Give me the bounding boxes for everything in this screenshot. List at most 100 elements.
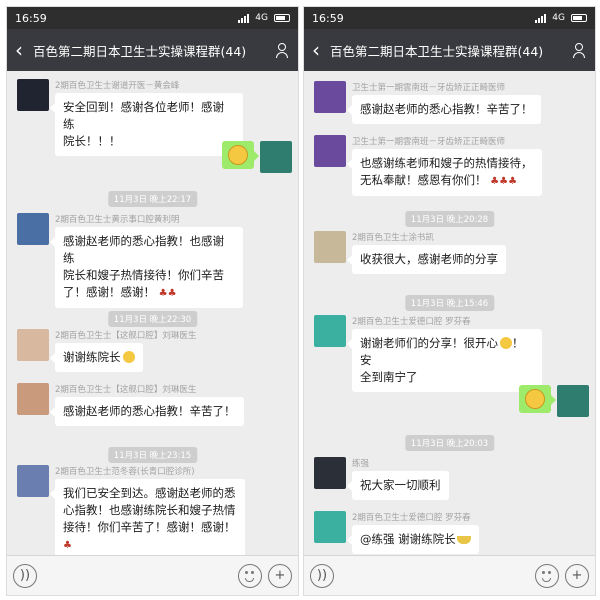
message-bubble[interactable]: 安全回到！感谢各位老师！感谢练 院长！！！ [50, 93, 243, 156]
smile-emoji-icon [500, 337, 512, 349]
battery-icon [274, 14, 290, 22]
plus-icon[interactable]: + [268, 563, 292, 588]
system-icons: 4G [535, 13, 587, 23]
self-avatar[interactable] [557, 385, 589, 417]
message-text: 感谢赵老师的悉心指教！也感谢练 [63, 234, 224, 265]
group-info-icon[interactable] [571, 42, 587, 58]
plus-icon[interactable]: + [565, 563, 589, 588]
sender-name: 练强 [352, 459, 370, 469]
timestamp: 11月3日 晚上20:28 [404, 211, 495, 227]
sender-name: 2期百色卫生士涂书凯 [352, 233, 434, 243]
message-text: 祝大家一切顺利 [360, 478, 441, 492]
sender-name: 2期百色卫生士谢道开医－黄会峰 [55, 81, 180, 91]
message-text: @练强 谢谢练院长 [360, 532, 456, 546]
message-text: 感谢赵老师的悉心指教！辛苦了！ [63, 404, 236, 418]
message-text: 接待！你们辛苦了！感谢！感谢！♣ [63, 520, 236, 551]
sender-name: 2期百色卫生士爱德口腔 罗芬春 [352, 317, 471, 327]
title-bar: ‹ 百色第二期日本卫生士实操课程群(44) [7, 29, 298, 71]
message-text: 院长！！！ [63, 134, 121, 148]
message-text: 安全回到！感谢各位老师！感谢练 [63, 100, 224, 131]
message-bubble[interactable]: 祝大家一切顺利 [347, 471, 449, 500]
message-bubble[interactable]: 感谢赵老师的悉心指教！辛苦了！ [50, 397, 244, 426]
emoji-icon[interactable] [535, 563, 559, 588]
avatar[interactable] [314, 511, 346, 543]
avatar[interactable] [17, 79, 49, 111]
sender-name: 卫生士第一期雲南班－牙齿矫正正畸医师 [352, 83, 506, 93]
message-list[interactable]: 卫生士第一期雲南班－牙齿矫正正畸医师 感谢赵老师的悉心指教！辛苦了！ 卫生士第一… [304, 71, 595, 555]
message-text: 也感谢练老师和嫂子的热情接待， [360, 156, 533, 170]
voice-icon[interactable]: )) [310, 563, 334, 588]
message-text: 无私奉献！感恩有你们！ ♣♣♣ [360, 173, 518, 187]
message-input[interactable] [43, 564, 232, 588]
message-text: 院长和嫂子热情接待！你们辛苦 [63, 268, 224, 282]
emoji-bubble[interactable] [519, 385, 556, 413]
message-bubble[interactable]: 感谢赵老师的悉心指教！也感谢练 院长和嫂子热情接待！你们辛苦 了！感谢！感谢！ … [50, 227, 243, 308]
message-bubble[interactable]: 我们已安全到达。感谢赵老师的悉 心指教！也感谢练院长和嫂子热情 接待！你们辛苦了… [50, 479, 245, 555]
smile-emoji-icon [122, 351, 135, 363]
input-bar: )) + [304, 555, 595, 595]
chat-screen-left: 16:59 4G ‹ 百色第二期日本卫生士实操课程群(44) 2期百色卫生士谢道… [6, 6, 299, 596]
sender-name: 卫生士第一期雲南班－牙齿矫正正畸医师 [352, 137, 506, 147]
smile-emoji-icon [525, 389, 545, 409]
network-label: 4G [255, 13, 268, 23]
message-text: 了！感谢！感谢！ ♣♣ [63, 285, 177, 299]
title-bar: ‹ 百色第二期日本卫生士实操课程群(44) [304, 29, 595, 71]
signal-icon [238, 13, 250, 23]
group-info-icon[interactable] [274, 42, 290, 58]
back-icon[interactable]: ‹ [15, 40, 33, 60]
message-text: 感谢赵老师的悉心指教！辛苦了！ [360, 102, 533, 116]
timestamp: 11月3日 晚上23:15 [107, 447, 198, 463]
sender-name: 2期百色卫生士范冬蓉(长青口腔诊所) [55, 467, 195, 477]
banana-emoji-icon [456, 536, 471, 544]
message-text: 谢谢老师们的分享！很开心 ！安 [360, 336, 524, 367]
message-bubble[interactable]: 谢谢老师们的分享！很开心 ！安 全到南宁了 [347, 329, 542, 392]
avatar[interactable] [17, 383, 49, 415]
message-bubble[interactable]: @练强 谢谢练院长 [347, 525, 479, 554]
status-time: 16:59 [15, 11, 47, 25]
signal-icon [535, 13, 547, 23]
emoji-bubble[interactable] [222, 141, 259, 169]
message-text: 谢谢练院长 [63, 350, 121, 364]
avatar[interactable] [314, 81, 346, 113]
rose-emoji-icon: ♣♣ [158, 288, 177, 299]
voice-icon[interactable]: )) [13, 563, 37, 588]
message-text: 收获很大，感谢老师的分享 [360, 252, 498, 266]
smile-emoji-icon [228, 145, 248, 165]
chat-screen-right: 16:59 4G ‹ 百色第二期日本卫生士实操课程群(44) 卫生士第一期雲南班… [303, 6, 596, 596]
network-label: 4G [552, 13, 565, 23]
rose-emoji-icon: ♣ [63, 540, 72, 551]
avatar[interactable] [314, 457, 346, 489]
avatar[interactable] [314, 135, 346, 167]
message-bubble[interactable]: 也感谢练老师和嫂子的热情接待， 无私奉献！感恩有你们！ ♣♣♣ [347, 149, 542, 196]
message-bubble[interactable]: 谢谢练院长 [50, 343, 143, 372]
avatar[interactable] [314, 315, 346, 347]
avatar[interactable] [17, 329, 49, 361]
timestamp: 11月3日 晚上20:03 [404, 435, 495, 451]
rose-emoji-icon: ♣♣♣ [490, 176, 518, 187]
sender-name: 2期百色卫生士爱德口腔 罗芬春 [352, 513, 471, 523]
sender-name: 2期百色卫生士黄示事口腔黄利明 [55, 215, 180, 225]
status-time: 16:59 [312, 11, 344, 25]
system-icons: 4G [238, 13, 290, 23]
timestamp: 11月3日 晚上15:46 [404, 295, 495, 311]
timestamp: 11月3日 晚上22:30 [107, 311, 198, 327]
avatar[interactable] [17, 465, 49, 497]
status-bar: 16:59 4G [7, 7, 298, 29]
message-bubble[interactable]: 感谢赵老师的悉心指教！辛苦了！ [347, 95, 541, 124]
input-bar: )) + [7, 555, 298, 595]
battery-icon [571, 14, 587, 22]
message-bubble[interactable]: 收获很大，感谢老师的分享 [347, 245, 506, 274]
avatar[interactable] [17, 213, 49, 245]
message-input[interactable] [340, 564, 529, 588]
sender-name: 2期百色卫生士【这舰口腔】刘琳医生 [55, 385, 197, 395]
chat-title: 百色第二期日本卫生士实操课程群(44) [330, 43, 544, 59]
sender-name: 2期百色卫生士【这舰口腔】刘琳医生 [55, 331, 197, 341]
back-icon[interactable]: ‹ [312, 40, 330, 60]
message-list[interactable]: 2期百色卫生士谢道开医－黄会峰 安全回到！感谢各位老师！感谢练 院长！！！ 11… [7, 71, 298, 555]
self-avatar[interactable] [260, 141, 292, 173]
message-text: 心指教！也感谢练院长和嫂子热情 [63, 503, 236, 517]
avatar[interactable] [314, 231, 346, 263]
chat-title: 百色第二期日本卫生士实操课程群(44) [33, 43, 247, 59]
timestamp: 11月3日 晚上22:17 [107, 191, 198, 207]
emoji-icon[interactable] [238, 563, 262, 588]
